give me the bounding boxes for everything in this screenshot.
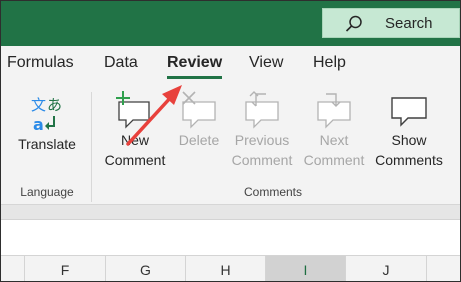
svg-text:a: a — [33, 115, 44, 134]
svg-text:文: 文 — [31, 96, 46, 114]
search-label: Search — [385, 15, 433, 32]
tab-data-label: Data — [104, 54, 138, 71]
tab-data[interactable]: Data — [104, 54, 138, 72]
ribbon-tabs: Formulas Data Review View Help — [1, 46, 460, 84]
excel-window: Search Formulas Data Review View Help 文 … — [0, 0, 461, 282]
group-separator — [91, 92, 92, 202]
search-icon — [345, 15, 362, 32]
show-comments-button[interactable]: Show Comments — [371, 90, 447, 170]
tab-help[interactable]: Help — [313, 54, 346, 72]
new-comment-button[interactable]: New Comment — [99, 90, 171, 170]
tab-view-label: View — [249, 54, 284, 71]
previous-comment-button[interactable]: Previous Comment — [228, 90, 296, 170]
show-comments-icon — [391, 97, 427, 127]
new-comment-label-line2: Comment — [104, 152, 166, 168]
title-bar: Search — [1, 1, 460, 46]
column-header-h[interactable]: H — [186, 256, 266, 281]
tab-review-label: Review — [167, 54, 223, 71]
previous-comment-icon — [245, 91, 279, 129]
next-comment-icon — [317, 93, 351, 129]
tab-review[interactable]: Review — [167, 54, 223, 79]
new-comment-icon — [116, 91, 150, 129]
tab-view[interactable]: View — [249, 54, 283, 72]
tab-formulas-label: Formulas — [7, 54, 74, 71]
column-header-f[interactable]: F — [25, 256, 106, 281]
tab-formulas[interactable]: Formulas — [7, 54, 74, 72]
search-box[interactable]: Search — [322, 8, 460, 38]
language-group-label: Language — [20, 185, 74, 199]
tab-help-label: Help — [313, 54, 346, 71]
translate-button[interactable]: 文 あ a Translate — [13, 90, 81, 154]
column-header-partial-right[interactable] — [427, 256, 460, 281]
delete-comment-label: Delete — [178, 132, 220, 148]
column-header-g[interactable]: G — [106, 256, 186, 281]
translate-icon: 文 あ a — [31, 96, 62, 134]
translate-button-label: Translate — [18, 136, 76, 152]
active-tab-underline — [167, 76, 223, 79]
new-comment-label-line1: New — [120, 132, 149, 148]
formula-bar-area[interactable] — [1, 219, 460, 256]
column-header-partial[interactable] — [1, 256, 25, 281]
previous-comment-label-line2: Comment — [231, 152, 293, 168]
ribbon-panel: 文 あ a Translate Language New Comment Del… — [1, 84, 460, 205]
show-comments-label-line1: Show — [391, 132, 427, 148]
next-comment-label-line1: Next — [319, 132, 349, 148]
column-header-j[interactable]: J — [346, 256, 427, 281]
delete-comment-button[interactable]: Delete — [173, 90, 225, 150]
previous-comment-label-line1: Previous — [234, 132, 290, 148]
comments-group-label: Comments — [243, 185, 302, 199]
ribbon-bottom-band — [1, 205, 460, 219]
column-headers: F G H I J — [1, 256, 460, 281]
delete-comment-icon — [182, 91, 216, 129]
column-header-i[interactable]: I — [266, 256, 346, 281]
next-comment-button[interactable]: Next Comment — [300, 90, 368, 170]
svg-text:あ: あ — [47, 96, 62, 114]
next-comment-label-line2: Comment — [303, 152, 365, 168]
show-comments-label-line2: Comments — [375, 152, 443, 168]
